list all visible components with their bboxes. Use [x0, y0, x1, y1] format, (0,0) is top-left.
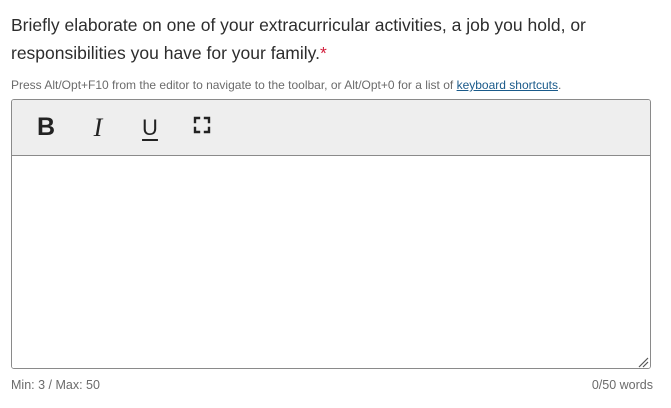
fullscreen-icon — [193, 116, 211, 139]
rich-text-editor: B I U — [11, 99, 651, 369]
resize-handle-icon[interactable] — [637, 355, 649, 368]
word-count: 0/50 words — [591, 378, 653, 392]
hint-text: Press Alt/Opt+F10 from the editor to nav… — [11, 78, 457, 92]
italic-button[interactable]: I — [72, 108, 124, 148]
underline-button[interactable]: U — [124, 108, 176, 148]
question-label: Briefly elaborate on one of your extracu… — [11, 11, 651, 67]
fullscreen-button[interactable] — [176, 108, 228, 148]
editor-hint: Press Alt/Opt+F10 from the editor to nav… — [11, 77, 661, 93]
keyboard-shortcuts-link[interactable]: keyboard shortcuts — [457, 78, 558, 92]
required-marker: * — [319, 43, 327, 63]
word-limits: Min: 3 / Max: 50 — [11, 378, 100, 392]
question-text: Briefly elaborate on one of your extracu… — [11, 15, 586, 63]
editor-content-area[interactable] — [12, 156, 650, 368]
editor-toolbar: B I U — [12, 100, 650, 156]
hint-suffix: . — [557, 78, 562, 92]
bold-button[interactable]: B — [20, 108, 72, 148]
